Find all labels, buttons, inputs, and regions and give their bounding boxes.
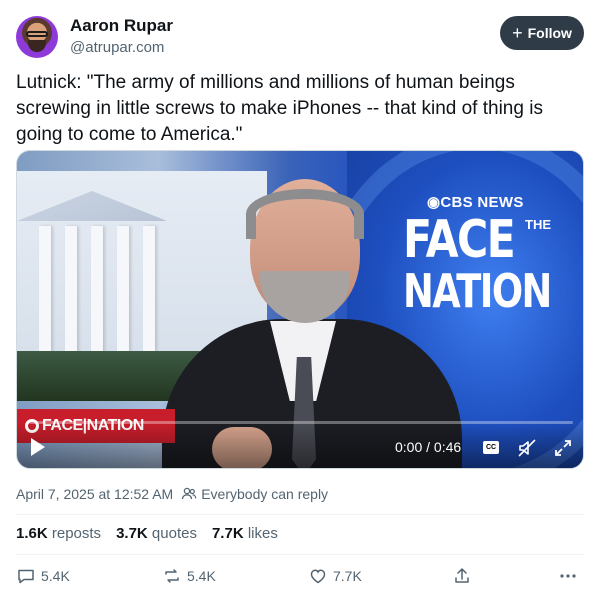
show-title-the: THE <box>525 217 551 232</box>
white-house-column <box>91 226 103 356</box>
speaker-hair <box>246 189 364 239</box>
more-button[interactable] <box>558 566 578 586</box>
divider <box>16 554 584 555</box>
avatar-glasses <box>26 31 48 37</box>
reply-icon <box>18 569 34 584</box>
reposts-stat[interactable]: 1.6K reposts <box>16 525 101 542</box>
white-house-column <box>39 226 51 356</box>
share-button[interactable] <box>452 566 472 586</box>
white-house-column <box>65 226 77 356</box>
fullscreen-icon[interactable] <box>553 438 573 458</box>
tweet-text: Lutnick: "The army of millions and milli… <box>16 72 543 145</box>
heart-icon <box>310 569 326 584</box>
more-icon <box>560 574 576 578</box>
white-house-column <box>117 226 129 356</box>
quotes-label: quotes <box>151 525 197 542</box>
tweet-header: Aaron Rupar @atrupar.com + Follow <box>16 14 584 60</box>
reply-count: 5.4K <box>41 568 70 584</box>
likes-stat[interactable]: 7.7K likes <box>212 525 278 542</box>
video-progress-bar[interactable] <box>29 421 573 424</box>
captions-icon[interactable]: CC <box>483 441 499 454</box>
avatar[interactable] <box>16 16 58 58</box>
people-icon <box>182 487 197 500</box>
engagement-stats: 1.6K reposts 3.7K quotes 7.7K likes <box>16 525 278 542</box>
play-icon[interactable] <box>31 438 45 456</box>
reply-setting-label: Everybody can reply <box>201 486 329 502</box>
likes-label: likes <box>247 525 278 542</box>
follow-label: Follow <box>527 25 572 41</box>
like-count: 7.7K <box>333 568 362 584</box>
reposts-label: reposts <box>51 525 102 542</box>
tweet-meta: April 7, 2025 at 12:52 AM Everybody can … <box>16 486 328 502</box>
quotes-count: 3.7K <box>116 525 148 542</box>
quotes-stat[interactable]: 3.7K quotes <box>116 525 197 542</box>
action-bar: 5.4K 5.4K 7.7K <box>16 566 584 592</box>
reposts-count: 1.6K <box>16 525 48 542</box>
follow-button[interactable]: + Follow <box>500 16 584 50</box>
video-time: 0:00 / 0:46 <box>395 439 462 455</box>
author-name[interactable]: Aaron Rupar <box>70 16 173 36</box>
author-handle[interactable]: @atrupar.com <box>70 39 164 56</box>
mute-icon[interactable] <box>517 438 537 458</box>
like-button[interactable]: 7.7K <box>308 566 362 586</box>
reply-setting: Everybody can reply <box>181 486 328 502</box>
plus-icon: + <box>512 23 523 43</box>
likes-count: 7.7K <box>211 525 244 542</box>
avatar-beard <box>28 40 46 52</box>
repost-count: 5.4K <box>187 568 216 584</box>
reply-button[interactable]: 5.4K <box>16 566 70 586</box>
speaker-beard <box>260 271 350 323</box>
divider <box>16 514 584 515</box>
repost-button[interactable]: 5.4K <box>162 566 216 586</box>
post-timestamp[interactable]: April 7, 2025 at 12:52 AM <box>16 486 173 502</box>
share-icon <box>455 568 469 583</box>
video-player[interactable]: ◉CBS NEWS FACE THE NATION FACE|NATION 0:… <box>16 150 584 469</box>
repost-icon <box>165 569 179 583</box>
